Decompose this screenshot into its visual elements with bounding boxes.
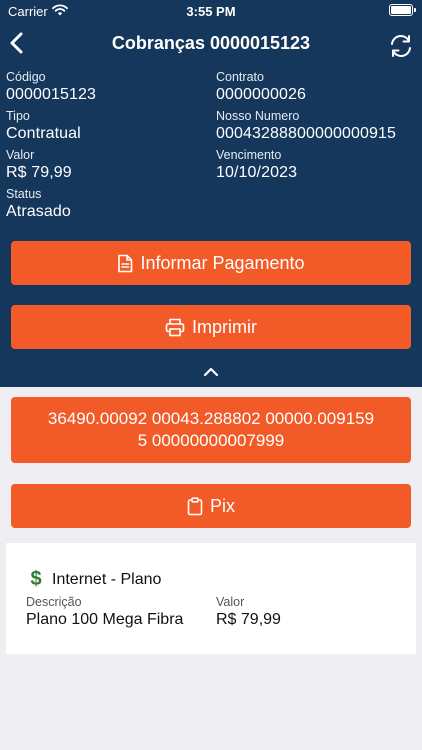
field-valor: Valor R$ 79,99 <box>6 148 72 182</box>
field-codigo: Código 0000015123 <box>6 70 96 104</box>
field-nosso-numero: Nosso Numero 00043288800000000915 <box>216 109 396 143</box>
informar-pagamento-button[interactable]: Informar Pagamento <box>11 241 411 285</box>
contrato-value: 0000000026 <box>216 86 306 103</box>
field-tipo: Tipo Contratual <box>6 109 81 143</box>
contrato-label: Contrato <box>216 70 264 84</box>
refresh-icon[interactable] <box>388 33 414 59</box>
imprimir-button[interactable]: Imprimir <box>11 305 411 349</box>
dollar-icon: $ <box>30 568 42 590</box>
pix-button[interactable]: Pix <box>11 484 411 528</box>
tipo-label: Tipo <box>6 109 30 123</box>
vencimento-label: Vencimento <box>216 148 282 162</box>
descricao-label: Descrição <box>26 595 82 609</box>
status-bar: Carrier 3:55 PM <box>0 0 422 24</box>
item-card: $ Internet - Plano Descrição Plano 100 M… <box>6 543 416 654</box>
status-label: Status <box>6 187 42 201</box>
item-header: $ Internet - Plano <box>27 568 161 591</box>
descricao-value: Plano 100 Mega Fibra <box>26 611 184 628</box>
field-contrato: Contrato 0000000026 <box>216 70 306 104</box>
item-title: Internet - Plano <box>52 570 162 588</box>
pix-label: Pix <box>209 495 235 516</box>
valor-value: R$ 79,99 <box>6 164 72 181</box>
battery-icon <box>389 4 416 16</box>
clipboard-icon <box>187 496 203 515</box>
item-valor: Valor R$ 79,99 <box>216 595 281 630</box>
item-valor-value: R$ 79,99 <box>216 611 281 628</box>
field-vencimento: Vencimento 10/10/2023 <box>216 148 297 182</box>
item-valor-label: Valor <box>216 595 245 609</box>
field-status: Status Atrasado <box>6 187 71 221</box>
nosso-numero-value: 00043288800000000915 <box>216 125 396 142</box>
tipo-value: Contratual <box>6 125 81 142</box>
codigo-value: 0000015123 <box>6 86 96 103</box>
status-value: Atrasado <box>6 203 71 220</box>
clock: 3:55 PM <box>186 4 236 19</box>
printer-icon <box>165 318 185 336</box>
item-descricao: Descrição Plano 100 Mega Fibra <box>26 595 183 630</box>
nosso-numero-label: Nosso Numero <box>216 109 300 123</box>
header-panel: Carrier 3:55 PM Cobranças 0000015123 Cód… <box>0 0 422 387</box>
barcode-button[interactable]: 36490.00092 00043.288802 00000.009159 5 … <box>11 397 411 463</box>
chevron-up-icon[interactable] <box>202 366 220 378</box>
page-title: Cobranças 0000015123 <box>111 33 311 53</box>
document-icon <box>118 254 133 272</box>
codigo-label: Código <box>6 70 46 84</box>
vencimento-value: 10/10/2023 <box>216 164 298 181</box>
valor-label: Valor <box>6 148 35 162</box>
informar-pagamento-label: Informar Pagamento <box>140 252 305 273</box>
imprimir-label: Imprimir <box>192 316 257 337</box>
